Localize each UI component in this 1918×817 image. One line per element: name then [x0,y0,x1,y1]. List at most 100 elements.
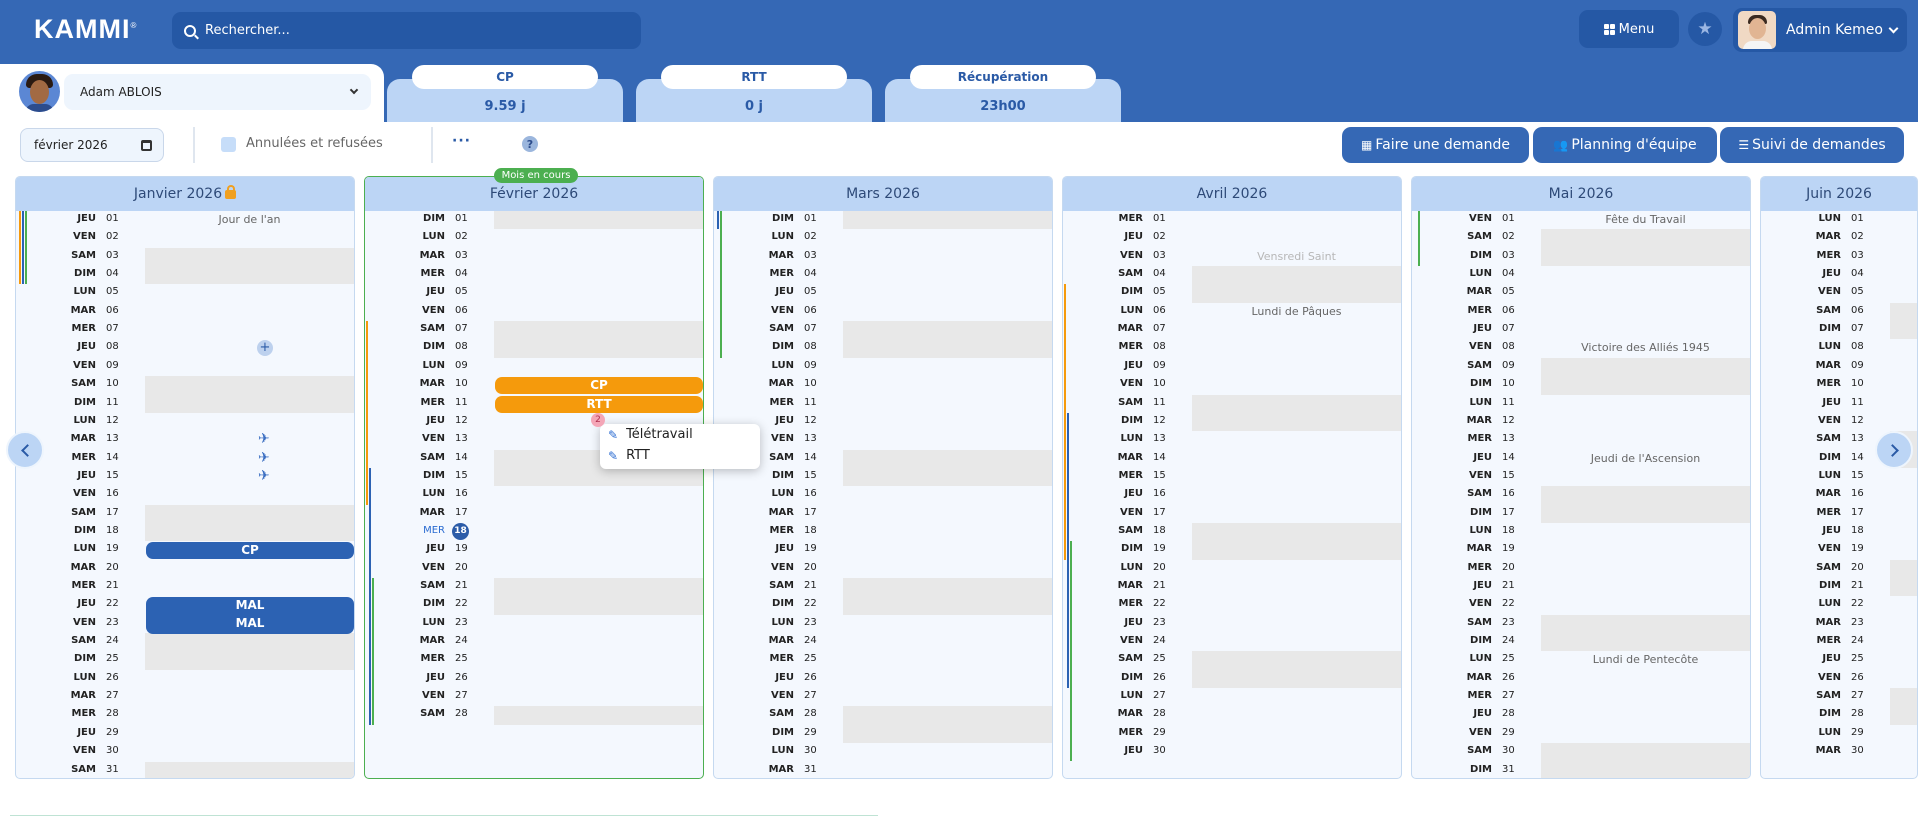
day-event-cell[interactable] [145,394,354,413]
day-row[interactable]: MAR 10 [714,376,1052,394]
day-event-cell[interactable] [494,523,703,541]
day-row[interactable]: VEN 01 Fête du Travail [1412,211,1750,229]
day-row[interactable]: VEN 17 [1063,505,1401,523]
day-event-cell[interactable] [1541,633,1750,652]
day-row[interactable]: VEN 29 [1412,725,1750,743]
day-row[interactable]: SAM 06 [1761,302,1917,322]
day-row[interactable]: JEU 23 [1063,615,1401,633]
day-event-cell[interactable] [843,467,1052,487]
day-row[interactable]: DIM 22 [365,596,703,615]
day-event-cell[interactable] [843,523,1052,541]
day-event-cell[interactable] [1890,615,1917,633]
day-row[interactable]: DIM 26 [1063,669,1401,689]
day-event-cell[interactable] [1541,284,1750,302]
day-row[interactable]: SAM 28 [714,706,1052,725]
day-event-cell[interactable] [145,522,354,542]
day-event-cell[interactable] [1541,321,1750,339]
day-row[interactable]: MER 03 [1761,248,1917,266]
day-row[interactable]: MAR 07 [1063,321,1401,339]
day-event-cell[interactable] [843,670,1052,688]
month-header[interactable]: Mai 2026 [1412,177,1750,211]
day-row[interactable]: JEU 29 [16,725,354,743]
day-row[interactable]: SAM 02 [1412,229,1750,248]
day-event-cell[interactable]: Vensredi Saint [1192,248,1401,266]
day-event-cell[interactable] [1192,412,1401,432]
day-row[interactable]: MER 18 [714,523,1052,541]
day-row[interactable]: VEN 05 [1761,284,1917,302]
day-event-cell[interactable] [494,560,703,578]
previous-months-button[interactable] [6,431,44,469]
day-event-cell[interactable] [1541,670,1750,688]
day-event-cell[interactable] [1192,560,1401,578]
day-event-cell[interactable] [1192,743,1401,761]
day-event-cell[interactable] [1541,486,1750,505]
day-row[interactable]: LUN 30 [714,743,1052,761]
day-event-cell[interactable] [1192,450,1401,468]
day-event-cell[interactable] [1890,633,1917,651]
day-event-cell[interactable] [1192,706,1401,724]
day-row[interactable]: SAM 27 [1761,688,1917,707]
day-row[interactable]: MAR 03 [714,248,1052,266]
day-event-cell[interactable] [1541,541,1750,559]
day-event-cell[interactable] [1890,248,1917,266]
day-event-cell[interactable] [843,284,1052,302]
absence-pill[interactable]: CP [146,542,354,560]
day-event-cell[interactable] [843,743,1052,761]
day-row[interactable]: JEU 19 [714,541,1052,559]
day-row[interactable]: MER 13 [1412,431,1750,449]
day-event-cell[interactable] [843,376,1052,394]
day-event-cell[interactable] [145,339,354,357]
absence-pill[interactable]: MAL MAL [146,597,354,635]
day-event-cell[interactable] [843,303,1052,321]
day-row[interactable]: JEU 11 [1761,395,1917,413]
day-row[interactable]: LUN 18 [1412,523,1750,541]
day-row[interactable]: LUN 20 [1063,560,1401,578]
day-row[interactable]: LUN 09 [365,358,703,376]
next-months-button[interactable] [1875,431,1913,469]
day-event-cell[interactable] [1192,431,1401,449]
day-event-cell[interactable] [145,358,354,376]
day-row[interactable]: VEN 13 [714,431,1052,449]
day-row[interactable]: SAM 11 [1063,394,1401,413]
day-event-cell[interactable] [1192,596,1401,614]
day-event-cell[interactable] [1541,578,1750,596]
day-row[interactable]: MER 29 [1063,725,1401,743]
team-planning-button[interactable]: 👥 Planning d'équipe [1533,127,1717,163]
day-row[interactable]: JEU 01 Jour de l'an [16,211,354,229]
day-event-cell[interactable] [1541,247,1750,267]
day-event-cell[interactable] [1890,578,1917,597]
day-row[interactable]: JEU 15 [16,468,354,486]
day-event-cell[interactable]: Victoire des Alliés 1945 [1541,339,1750,357]
day-row[interactable]: DIM 05 [1063,284,1401,303]
day-event-cell[interactable] [1192,633,1401,651]
day-event-cell[interactable] [145,229,354,247]
cancelled-filter-checkbox[interactable] [221,137,236,152]
day-event-cell[interactable] [145,725,354,743]
day-row[interactable]: LUN 06 Lundi de Pâques [1063,303,1401,321]
day-row[interactable]: VEN 02 [16,229,354,247]
day-event-cell[interactable] [145,504,354,523]
day-event-cell[interactable] [1890,284,1917,302]
day-event-cell[interactable] [1890,486,1917,504]
day-event-cell[interactable] [1192,211,1401,229]
day-event-cell[interactable] [1192,615,1401,633]
day-event-cell[interactable] [1192,541,1401,560]
day-row[interactable]: VEN 06 [365,303,703,321]
day-event-cell[interactable] [494,706,703,725]
day-event-cell[interactable] [1192,321,1401,339]
day-event-cell[interactable] [1890,596,1917,614]
day-row[interactable]: SAM 21 [365,578,703,597]
day-event-cell[interactable] [1890,523,1917,541]
day-row[interactable]: MER 25 [365,651,703,669]
day-row[interactable]: SAM 17 [16,504,354,523]
day-row[interactable]: SAM 04 [1063,266,1401,285]
day-row[interactable]: LUN 01 [1761,211,1917,229]
day-event-cell[interactable] [1541,376,1750,395]
global-search[interactable] [172,12,641,49]
day-event-cell[interactable] [494,229,703,247]
day-row[interactable]: DIM 07 [1761,321,1917,340]
day-event-cell[interactable] [494,321,703,340]
day-row[interactable]: MER 04 [714,266,1052,284]
day-event-cell[interactable] [145,578,354,596]
day-row[interactable]: MAR 23 [1761,615,1917,633]
